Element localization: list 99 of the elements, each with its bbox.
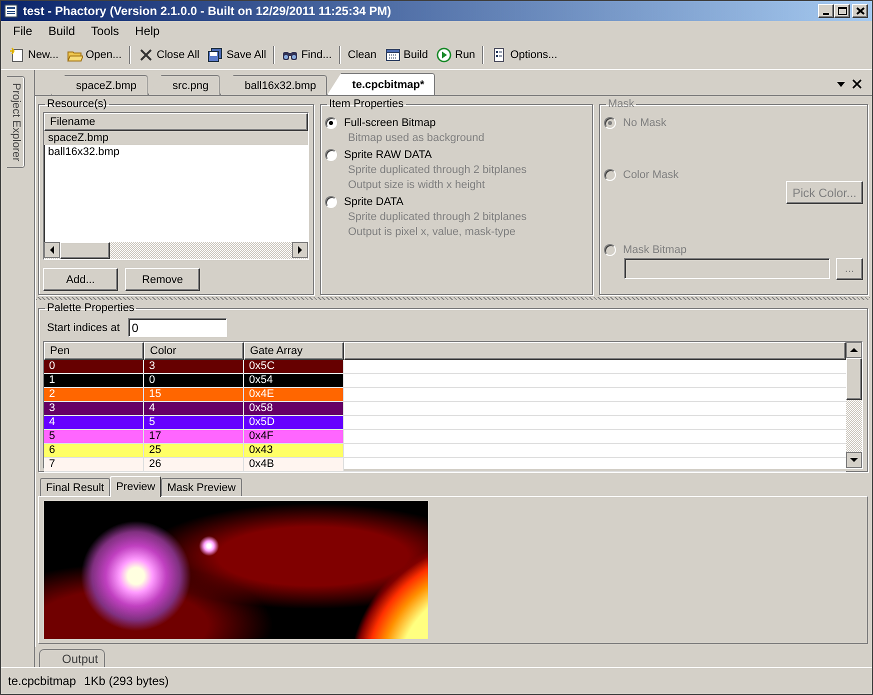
output-tab[interactable]: Output: [39, 649, 106, 667]
toolbar-button[interactable]: Build: [380, 45, 432, 65]
horizontal-scrollbar[interactable]: [44, 242, 308, 259]
vertical-scrollbar[interactable]: [846, 342, 862, 468]
preview-tab[interactable]: Preview: [110, 476, 162, 497]
group-title: Resource(s): [46, 98, 108, 110]
menu-item[interactable]: Build: [40, 22, 84, 40]
menu-item[interactable]: Tools: [83, 22, 128, 40]
scroll-right-icon[interactable]: [292, 242, 308, 258]
option-description: Output is pixel x, value, mask-type: [348, 226, 517, 238]
scroll-left-icon[interactable]: [44, 242, 60, 258]
toolbar-button[interactable]: Run: [432, 45, 480, 65]
close-button[interactable]: [852, 4, 868, 18]
table-cell: 0x58: [244, 402, 344, 415]
app-icon: [3, 3, 19, 19]
file-list-item[interactable]: spaceZ.bmp: [44, 131, 308, 145]
scrollbar-thumb[interactable]: [60, 242, 110, 259]
play-icon: [436, 47, 452, 63]
table-cell: 0x5D: [244, 416, 344, 429]
calendar-grid-icon: [384, 47, 401, 63]
table-cell: 4: [144, 402, 244, 415]
table-cell: 0x54: [244, 374, 344, 387]
table-cell: 5: [44, 430, 144, 443]
option-label: Sprite DATA: [344, 196, 404, 208]
table-cell: 0x4B: [244, 458, 344, 471]
table-cell: 0x4E: [244, 388, 344, 401]
table-cell: 3: [144, 360, 244, 373]
file-list-item[interactable]: ball16x32.bmp: [44, 145, 308, 159]
table-cell: 1: [44, 374, 144, 387]
field-label: Start indices at: [47, 322, 120, 334]
table-cell: 6: [44, 444, 144, 457]
table-cell: 15: [144, 388, 244, 401]
scroll-down-icon[interactable]: [846, 452, 862, 468]
close-icon: [138, 47, 154, 63]
table-cell: 0x5C: [244, 360, 344, 373]
group-title: Item Properties: [328, 98, 405, 110]
file-path-field[interactable]: [624, 258, 830, 279]
table-cell: 7: [44, 458, 144, 471]
status-text: 1Kb (293 bytes): [84, 674, 169, 688]
document-tab[interactable]: ball16x32.bmp: [220, 75, 328, 95]
toolbar-button[interactable]: Clean: [344, 47, 381, 63]
toolbar-button[interactable]: Save All: [203, 45, 270, 65]
document-tab[interactable]: src.png: [148, 75, 220, 95]
toolbar-button[interactable]: Options...: [487, 45, 562, 65]
toolbar-button[interactable]: Close All: [134, 45, 204, 65]
radio-button[interactable]: [325, 196, 337, 208]
maximize-icon: [838, 7, 846, 15]
option-description: Bitmap used as background: [348, 132, 486, 144]
document-tab[interactable]: spaceZ.bmp: [51, 75, 148, 95]
scroll-up-icon[interactable]: [846, 342, 862, 358]
table-cell: 25: [144, 444, 244, 457]
menu-item[interactable]: Help: [127, 22, 168, 40]
table-cell: 5: [144, 416, 244, 429]
start-index-field[interactable]: 0: [128, 318, 227, 337]
group-title: Mask: [607, 98, 636, 110]
scrollbar-thumb[interactable]: [846, 358, 862, 400]
column-header[interactable]: Color: [144, 342, 244, 360]
column-header[interactable]: Gate Array: [244, 342, 344, 360]
radio-button[interactable]: [325, 117, 337, 129]
toolbar-button[interactable]: Open...: [62, 45, 126, 65]
table-cell: 0: [144, 374, 244, 387]
table-cell: 26: [144, 458, 244, 471]
table-cell: 2: [44, 388, 144, 401]
option-label: Sprite RAW DATA: [344, 149, 432, 161]
table-cell: 0x4F: [244, 430, 344, 443]
new-file-icon: [9, 47, 25, 63]
window-title: test - Phactory (Version 2.1.0.0 - Built on 12/29/2011 11:25:34 PM): [23, 4, 392, 18]
table-cell: 0x43: [244, 444, 344, 457]
push-button[interactable]: Add...: [43, 268, 118, 291]
toolbar-button[interactable]: New...: [5, 45, 63, 65]
table-cell: 3: [44, 402, 144, 415]
option-label: No Mask: [623, 117, 666, 129]
maximize-button[interactable]: [834, 4, 850, 18]
toolbar-button[interactable]: Find...: [278, 45, 336, 65]
option-description: Sprite duplicated through 2 bitplanes: [348, 211, 528, 223]
push-button[interactable]: Remove: [125, 268, 200, 291]
option-label: Full-screen Bitmap: [344, 117, 436, 129]
preview-tab[interactable]: Final Result: [40, 478, 110, 496]
menu-item[interactable]: File: [5, 22, 40, 40]
radio-button[interactable]: [325, 149, 337, 161]
group-title: Palette Properties: [46, 302, 136, 314]
side-tab[interactable]: Project Explorer: [7, 76, 25, 168]
table-cell: 17: [144, 430, 244, 443]
close-icon[interactable]: [852, 78, 862, 88]
option-label: Mask Bitmap: [623, 244, 687, 256]
option-description: Output size is width x height: [348, 179, 486, 191]
column-header[interactable]: Pen: [44, 342, 144, 360]
minimize-icon: [823, 13, 829, 15]
minimize-button[interactable]: [818, 4, 834, 18]
option-description: Sprite duplicated through 2 bitplanes: [348, 164, 528, 176]
status-text: te.cpcbitmap: [8, 674, 76, 688]
column-header[interactable]: Filename: [44, 113, 308, 131]
table-cell: 0: [44, 360, 144, 373]
floppy-disks-icon: [207, 47, 224, 63]
table-cell: 4: [44, 416, 144, 429]
preview-tab[interactable]: Mask Preview: [161, 478, 242, 496]
document-tab[interactable]: te.cpcbitmap*: [327, 73, 436, 95]
option-label: Color Mask: [623, 169, 679, 181]
close-icon: [856, 7, 864, 15]
